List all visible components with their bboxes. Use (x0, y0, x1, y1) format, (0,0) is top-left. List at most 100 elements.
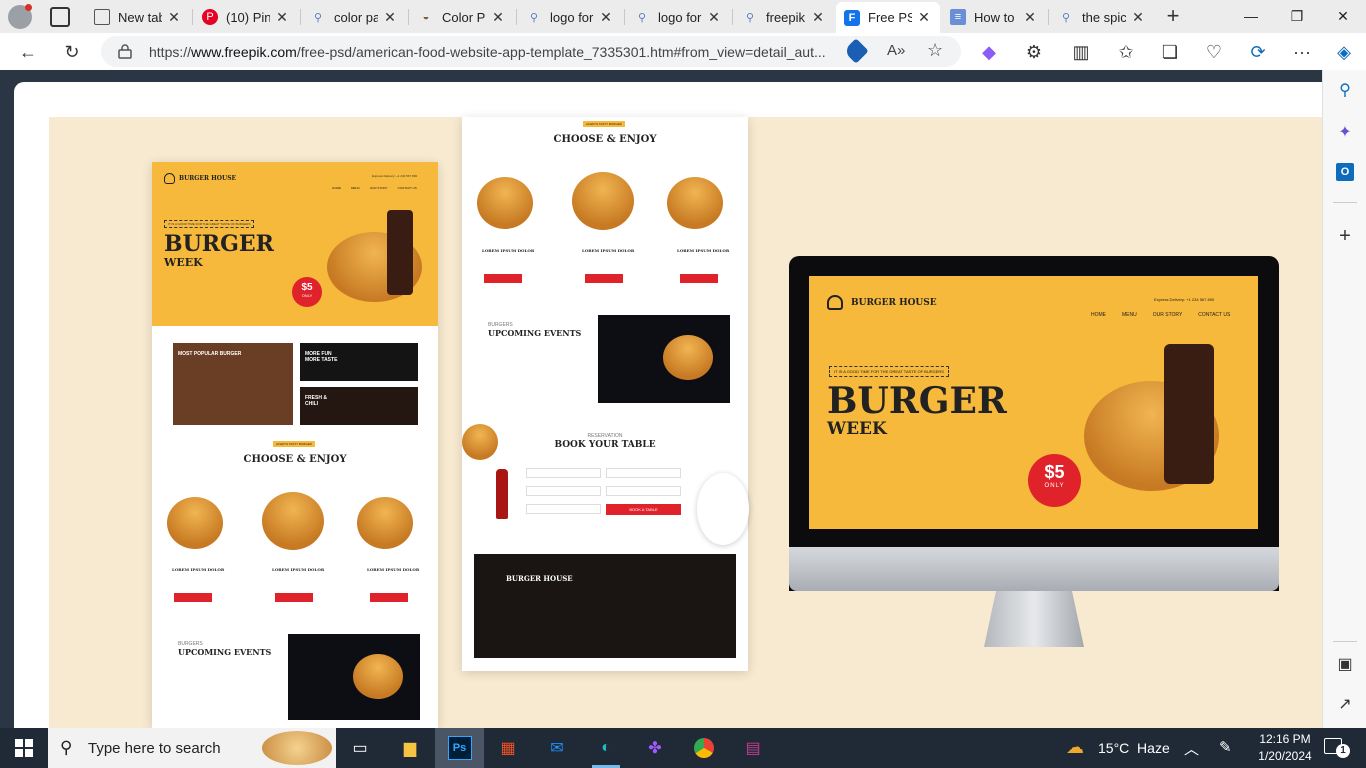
browser-essentials-icon[interactable]: ♡ (1200, 38, 1228, 66)
new-tab-button[interactable]: + (1160, 3, 1186, 29)
menu-burger-1 (167, 497, 223, 549)
menu-burger-2 (572, 172, 634, 230)
edge-bar-icon[interactable]: ⟳ (1244, 38, 1272, 66)
close-icon[interactable]: ✕ (166, 9, 182, 26)
footer-panel: BURGER HOUSE (474, 554, 736, 658)
order-button-2 (275, 593, 313, 602)
section-title: CHOOSE & ENJOY (243, 454, 347, 465)
monitor-hero-subtitle: WEEK (827, 419, 887, 439)
hero-subtitle: WEEK (164, 256, 203, 269)
pinterest-icon: P (202, 9, 218, 25)
close-icon[interactable]: ✕ (274, 9, 290, 26)
split-screen-icon[interactable]: ▥ (1067, 38, 1095, 66)
tab-new-tab[interactable]: New tab ✕ (86, 4, 190, 30)
menu-item-label-2: LOREM IPSUM DOLOR (582, 248, 635, 253)
lock-icon[interactable] (118, 43, 132, 59)
search-icon[interactable]: ⚲ (1333, 78, 1357, 102)
chrome-icon[interactable] (690, 734, 718, 762)
address-bar[interactable]: https://www.freepik.com/free-psd/america… (101, 36, 961, 67)
favorites-icon[interactable]: ✩ (1112, 38, 1140, 66)
microsoft-store-icon[interactable]: ▦ (494, 734, 522, 762)
tab-pinterest[interactable]: P (10) Pint ✕ (194, 4, 298, 30)
figma-icon[interactable]: ✤ (641, 734, 669, 762)
outlook-icon[interactable]: O (1333, 160, 1357, 184)
more-menu-icon[interactable]: ··· (1288, 38, 1316, 66)
section-badge: ALWAYS TASTY BURGER (273, 441, 315, 447)
close-icon[interactable]: ✕ (1130, 9, 1146, 26)
close-icon[interactable]: ✕ (916, 9, 932, 26)
tab-the-spic[interactable]: ⚲ the spic ✕ (1050, 4, 1154, 30)
close-window-button[interactable]: ✕ (1320, 0, 1366, 32)
search-highlight-image (262, 731, 332, 765)
section-badge: ALWAYS TASTY BURGER (583, 121, 625, 127)
tab-how-to[interactable]: ≡ How to ✕ (942, 4, 1046, 30)
taskbar-search[interactable]: ⚲ Type here to search (48, 728, 336, 768)
collections-icon[interactable]: ❏ (1156, 38, 1184, 66)
weather-icon[interactable]: ☁ (1066, 737, 1084, 758)
favorite-star-icon[interactable]: ☆ (927, 40, 943, 61)
close-icon[interactable]: ✕ (1022, 9, 1038, 26)
pen-icon[interactable]: ✎ (1219, 738, 1232, 756)
tab-free-psd[interactable]: F Free PSD ✕ (836, 2, 940, 33)
task-view-icon[interactable]: ▭ (346, 734, 374, 762)
search-icon: ⚲ (1061, 11, 1071, 24)
monitor-brand-name: BURGER HOUSE (851, 298, 937, 308)
tab-logo-search-1[interactable]: ⚲ logo for ✕ (518, 4, 622, 30)
show-hidden-icons[interactable]: ︿ (1184, 738, 1199, 759)
tab-actions-icon[interactable] (50, 7, 70, 27)
close-icon[interactable]: ✕ (490, 9, 506, 26)
clock-date[interactable]: 1/20/2024 (1253, 749, 1317, 763)
close-icon[interactable]: ✕ (598, 9, 614, 26)
menu-burger-1 (477, 177, 533, 229)
tab-logo-search-2[interactable]: ⚲ logo for ✕ (626, 4, 730, 30)
refresh-button[interactable]: ↻ (58, 38, 86, 66)
template-preview-image[interactable]: BURGER HOUSE Express Delivery: +1 234 56… (49, 117, 1322, 728)
tab-color-search[interactable]: ⚲ color pa ✕ (302, 4, 406, 30)
monitor-nav: HOME MENU OUR STORY CONTACT US (1091, 312, 1231, 318)
nav-links: HOME MENU OUR STORY CONTACT US (332, 186, 417, 190)
tab-freepik-search[interactable]: ⚲ freepik f ✕ (734, 4, 834, 30)
booking-field-5 (526, 504, 601, 514)
copilot-icon[interactable]: ◈ (1330, 38, 1358, 66)
tab-strip: New tab ✕ P (10) Pint ✕ ⚲ color pa ✕ ◒ C… (0, 0, 1366, 33)
photoshop-icon[interactable]: Ps (435, 728, 484, 768)
menu-item-label-1: LOREM IPSUM DOLOR (172, 567, 225, 572)
search-placeholder: Type here to search (88, 740, 221, 757)
coupon-icon[interactable] (843, 38, 869, 64)
url-text[interactable]: https://www.freepik.com/free-psd/america… (149, 44, 839, 60)
edge-icon[interactable]: ◐ (592, 734, 620, 762)
edge-sidebar: ⚲ ✦ O + ▣ ↗ (1322, 70, 1366, 728)
mail-icon[interactable]: ✉ (543, 734, 571, 762)
close-icon[interactable]: ✕ (810, 9, 826, 26)
back-button[interactable]: ← (14, 38, 42, 66)
promo-tile-large: MOST POPULAR BURGER (173, 343, 293, 425)
windows-start-icon[interactable] (10, 734, 38, 762)
menu-item-label-3: LOREM IPSUM DOLOR (367, 567, 420, 572)
monitor-stand (984, 591, 1084, 647)
winrar-icon[interactable]: ▤ (739, 734, 767, 762)
events-title: UPCOMING EVENTS (178, 647, 272, 657)
add-icon[interactable]: + (1333, 224, 1357, 248)
copilot-extension-icon[interactable]: ◆ (975, 38, 1003, 66)
close-icon[interactable]: ✕ (382, 9, 398, 26)
copilot-sidebar-icon[interactable]: ✦ (1333, 120, 1357, 144)
minimize-button[interactable]: — (1228, 0, 1274, 32)
weather-text[interactable]: 15°C Haze (1098, 740, 1170, 756)
notification-count: 1 (1336, 744, 1350, 758)
search-icon: ⚲ (745, 11, 755, 24)
hide-sidebar-icon[interactable]: ▣ (1333, 652, 1357, 676)
monitor-chin (789, 547, 1279, 591)
profile-avatar[interactable] (8, 4, 32, 29)
colorpalette-icon: ◒ (422, 11, 430, 23)
extensions-icon[interactable]: ⚙ (1020, 38, 1048, 66)
notifications-icon[interactable]: 1 (1324, 738, 1350, 758)
restore-button[interactable]: ❐ (1274, 0, 1320, 32)
tab-color-palette[interactable]: ◒ Color Pa ✕ (410, 4, 514, 30)
monitor-tagline: IT IS A GOOD TIME FOR THE GREAT TASTE OF… (829, 366, 949, 377)
booking-title: BOOK YOUR TABLE (554, 440, 656, 450)
open-external-icon[interactable]: ↗ (1333, 692, 1357, 716)
read-aloud-icon[interactable]: A» (887, 42, 905, 59)
clock-time[interactable]: 12:16 PM (1255, 732, 1315, 746)
file-explorer-icon[interactable]: ▆ (396, 734, 424, 762)
close-icon[interactable]: ✕ (706, 9, 722, 26)
